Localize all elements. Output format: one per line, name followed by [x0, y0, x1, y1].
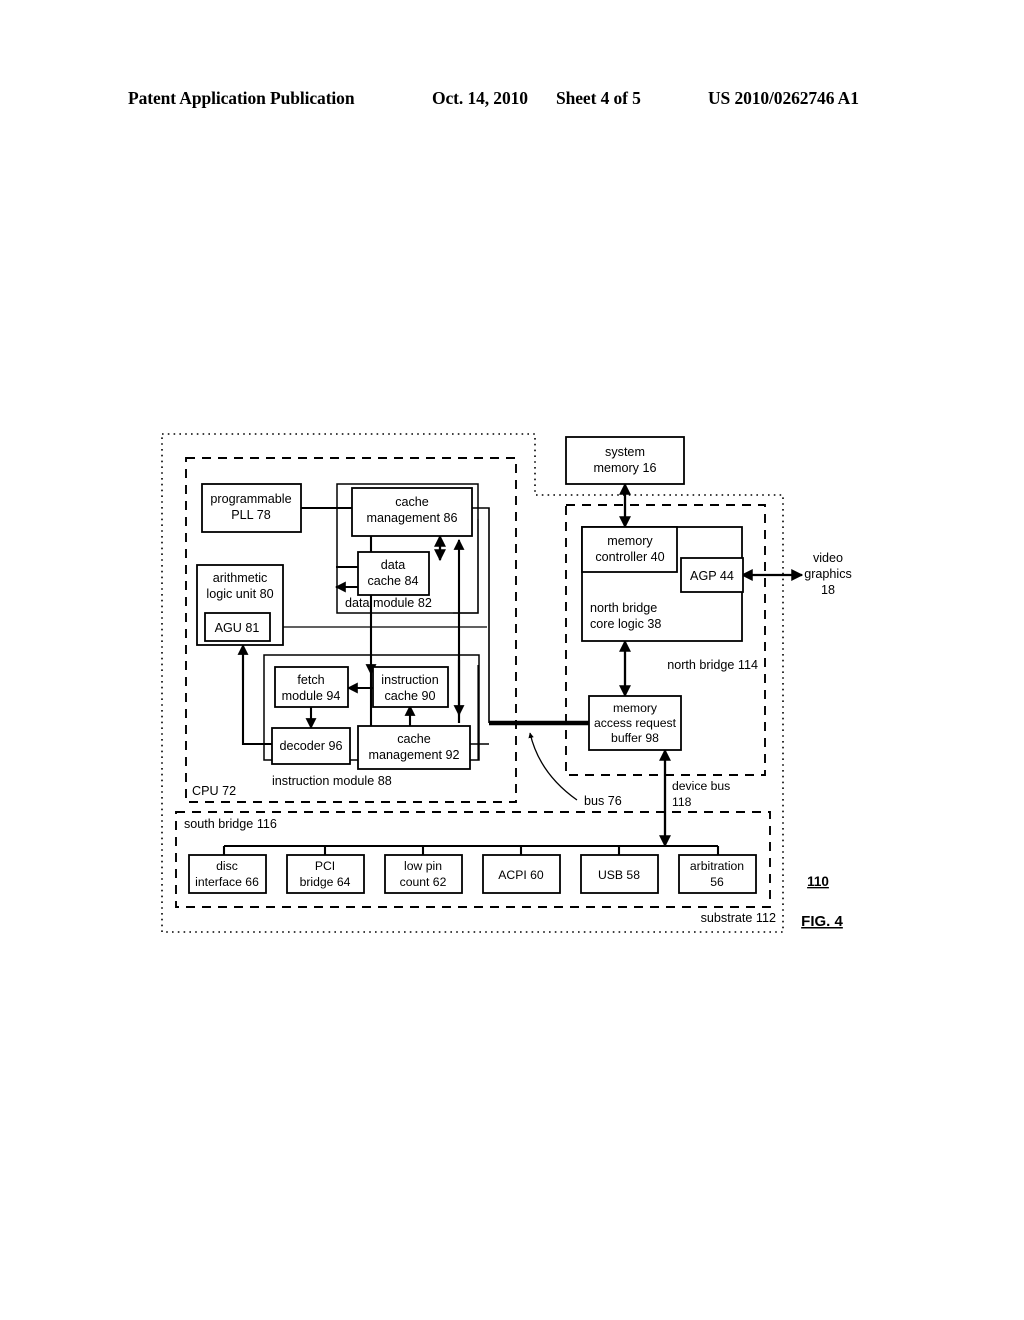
device-bus-label-line1: device bus [672, 779, 730, 793]
north-bridge-label: north bridge 114 [667, 658, 758, 672]
alu-label-line1: arithmetic [213, 571, 268, 585]
device-0-line1: disc [216, 859, 238, 873]
data-module-label: data module 82 [345, 596, 432, 610]
device-4-line1: USB 58 [598, 868, 640, 882]
device-5-line1: arbitration [690, 859, 744, 873]
instruction-cache-label-line2: cache 90 [384, 689, 435, 703]
device-bus-label-line2: 118 [672, 795, 692, 809]
device-5-line2: 56 [710, 875, 724, 889]
north-bridge-core-label-line2: core logic 38 [590, 617, 661, 631]
device-1-line2: bridge 64 [300, 875, 351, 889]
cache-mgmt-86-label-line1: cache [395, 495, 429, 509]
connector-cache-mgmt-86-right-rail [472, 507, 490, 723]
buffer-label-line1: memory [613, 701, 658, 715]
memory-controller-label-line1: memory [607, 534, 653, 548]
figure-4-diagram: substrate 112 CPU 72 north bridge 114 so… [0, 0, 1024, 1320]
device-0-line2: interface 66 [195, 875, 259, 889]
connector-decoder-to-alu-path [241, 650, 272, 746]
programmable-pll-label-line2: PLL 78 [231, 508, 270, 522]
buffer-label-line3: buffer 98 [611, 731, 659, 745]
instruction-cache-label-line1: instruction [381, 673, 438, 687]
figure-reference-numeral: 110 [807, 874, 829, 889]
video-graphics-label-line3: 18 [821, 583, 835, 597]
system-memory-label-line2: memory 16 [594, 461, 657, 475]
fetch-module-label-line2: module 94 [282, 689, 341, 703]
system-memory-label-line1: system [605, 445, 645, 459]
fetch-module-label-line1: fetch [297, 673, 324, 687]
cpu-label: CPU 72 [192, 784, 236, 798]
video-graphics-label-line1: video [813, 551, 843, 565]
buffer-label-line2: access request [594, 716, 677, 730]
video-graphics-label-line2: graphics [804, 567, 852, 581]
agp-label: AGP 44 [690, 569, 734, 583]
substrate-label: substrate 112 [701, 911, 776, 925]
south-bridge-label: south bridge 116 [184, 817, 277, 831]
device-2-line1: low pin [404, 859, 442, 873]
figure-label: FIG. 4 [801, 913, 843, 930]
bus-76-leader [528, 732, 578, 801]
device-1-line1: PCI [315, 859, 335, 873]
north-bridge-core-label-line1: north bridge [590, 601, 657, 615]
decoder-label: decoder 96 [279, 739, 342, 753]
programmable-pll-label-line1: programmable [210, 492, 291, 506]
data-cache-label-line1: data [381, 558, 406, 572]
patent-page: Patent Application Publication Oct. 14, … [0, 0, 1024, 1320]
bus-76-label: bus 76 [584, 794, 622, 808]
alu-label-line2: logic unit 80 [206, 587, 273, 601]
instruction-module-label: instruction module 88 [272, 774, 392, 788]
south-bridge-device-row: disc interface 66 PCI bridge 64 low pin … [188, 854, 757, 894]
cache-mgmt-92-label-line1: cache [397, 732, 431, 746]
device-2-line2: count 62 [400, 875, 447, 889]
cache-mgmt-92-label-line2: management 92 [368, 748, 459, 762]
data-cache-label-line2: cache 84 [367, 574, 418, 588]
device-3-line1: ACPI 60 [498, 868, 544, 882]
agu-label: AGU 81 [215, 621, 260, 635]
memory-controller-label-line2: controller 40 [595, 550, 664, 564]
cache-mgmt-86-label-line2: management 86 [366, 511, 457, 525]
